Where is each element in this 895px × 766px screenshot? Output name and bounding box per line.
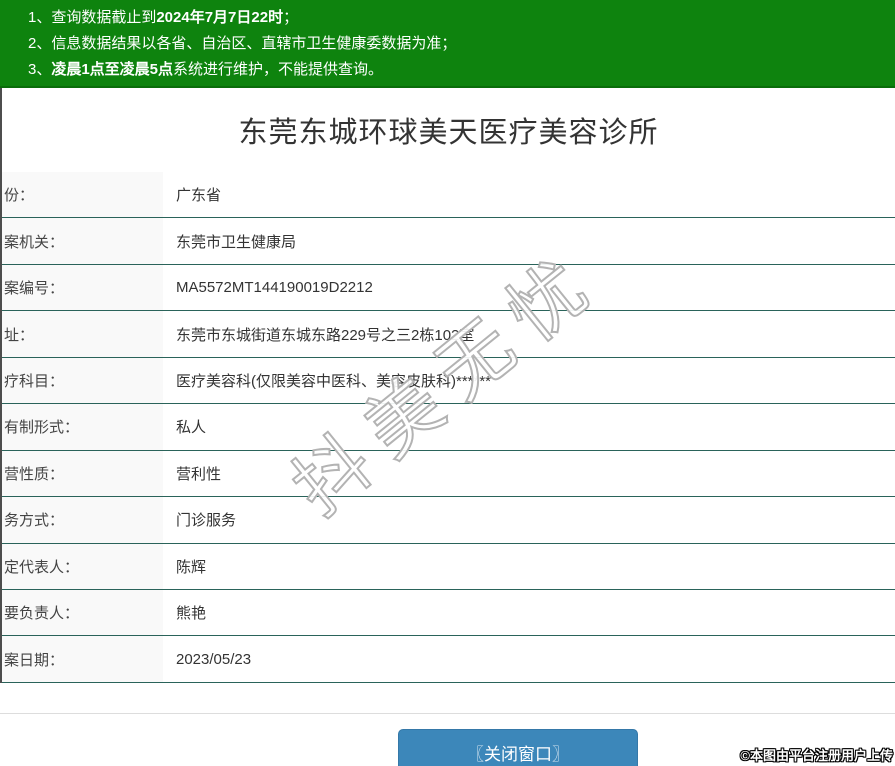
- row-label: 定代表人：: [2, 543, 163, 589]
- table-row-authority: 案机关： 东莞市卫生健康局: [2, 218, 895, 265]
- page-title: 东莞东城环球美天医疗美容诊所: [238, 117, 659, 149]
- row-label: 有制形式：: [2, 404, 163, 450]
- row-label: 疗科目：: [2, 357, 163, 404]
- row-label: 案日期：: [2, 636, 163, 682]
- table-row-service-mode: 务方式： 门诊服务: [2, 497, 895, 544]
- row-value: 东莞市东城街道东城东路229号之三2栋102室: [163, 311, 895, 357]
- notice-line-2-text: 2、信息数据结果以各省、自治区、直辖市卫生健康委数据为准；: [28, 35, 457, 52]
- row-value: 2023/05/23: [163, 636, 895, 682]
- notice-line-1-tail: ；: [283, 9, 299, 26]
- row-label: 案机关：: [2, 218, 163, 264]
- row-label: 址：: [2, 311, 163, 357]
- notice-line-2: 2、信息数据结果以各省、自治区、直辖市卫生健康委数据为准；: [28, 31, 885, 57]
- table-row-record-number: 案编号： MA5572MT144190019D2212: [2, 264, 895, 312]
- table-row-province: 份： 广东省: [2, 172, 895, 219]
- row-value: 东莞市卫生健康局: [163, 218, 895, 264]
- credit-text: ©本图由平台注册用户上传: [740, 748, 893, 763]
- table-row-address: 址： 东莞市东城街道东城东路229号之三2栋102室: [2, 311, 895, 358]
- close-window-button[interactable]: 〖关闭窗口〗: [398, 728, 638, 766]
- row-label: 营性质：: [2, 450, 163, 497]
- row-label: 份：: [2, 172, 163, 218]
- row-value: 私人: [163, 404, 895, 450]
- notice-line-3-text: 3、: [28, 61, 52, 78]
- table-row-legal-representative: 定代表人： 陈辉: [2, 543, 895, 590]
- row-value: 广东省: [163, 172, 895, 218]
- notice-bar: 1、查询数据截止到2024年7月7日22时； 2、信息数据结果以各省、自治区、直…: [0, 0, 895, 88]
- table-row-ownership: 有制形式： 私人: [2, 404, 895, 451]
- row-label: 案编号：: [2, 264, 163, 311]
- row-value: 陈辉: [163, 543, 895, 589]
- row-value: 医疗美容科(仅限美容中医科、美容皮肤科)******: [163, 357, 895, 404]
- notice-line-3-tail: 系统进行维护，不能提供查询。: [173, 61, 384, 78]
- row-value: 营利性: [163, 450, 895, 497]
- result-panel: 东莞东城环球美天医疗美容诊所 份： 广东省 案机关： 东莞市卫生健康局 案编号：…: [0, 88, 895, 683]
- row-value: 门诊服务: [163, 497, 895, 543]
- table-row-record-date: 案日期： 2023/05/23: [2, 636, 895, 683]
- table-row-business-nature: 营性质： 营利性: [2, 450, 895, 498]
- row-value: MA5572MT144190019D2212: [163, 264, 895, 311]
- notice-line-3-bold: 凌晨1点至凌晨5点: [51, 61, 174, 78]
- info-table: 份： 广东省 案机关： 东莞市卫生健康局 案编号： MA5572MT144190…: [2, 172, 895, 683]
- table-row-departments: 疗科目： 医疗美容科(仅限美容中医科、美容皮肤科)******: [2, 357, 895, 405]
- table-row-principal: 要负责人： 熊艳: [2, 589, 895, 637]
- notice-line-1: 1、查询数据截止到2024年7月7日22时；: [28, 5, 885, 31]
- row-label: 务方式：: [2, 497, 163, 543]
- notice-line-1-bold: 2024年7月7日22时: [156, 9, 284, 26]
- row-label: 要负责人：: [2, 589, 163, 636]
- notice-line-1-text: 1、查询数据截止到: [28, 9, 157, 26]
- row-value: 熊艳: [163, 589, 895, 636]
- notice-line-3: 3、凌晨1点至凌晨5点系统进行维护，不能提供查询。: [28, 57, 885, 83]
- footer-divider: [0, 712, 895, 714]
